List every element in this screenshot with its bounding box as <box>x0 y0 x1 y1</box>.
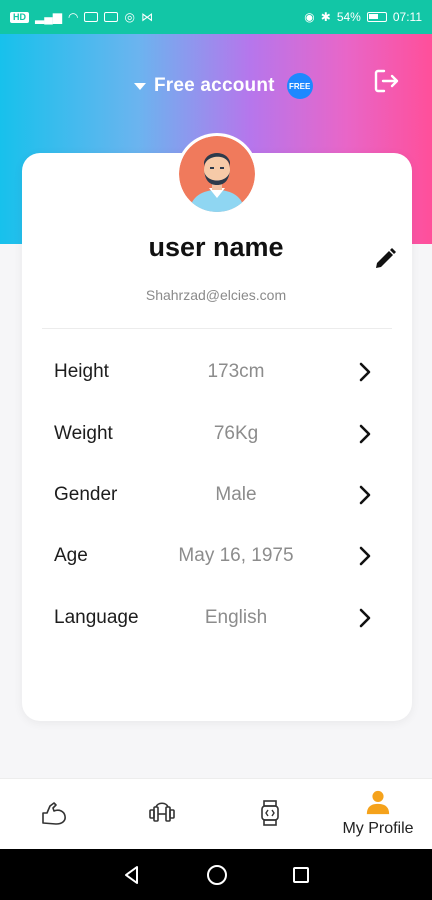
media-icon: ⋈ <box>140 10 153 24</box>
status-bar: HD ▂▄▆ ◠ ◎ ⋈ ◉ ✱ 54% 07:11 <box>0 0 432 34</box>
battery-percent: 54% <box>336 10 361 24</box>
field-value: Male <box>215 484 257 505</box>
nav-equipment[interactable] <box>108 779 216 850</box>
status-right: ◉ ✱ 54% 07:11 <box>304 10 422 24</box>
muscle-arm-icon <box>42 802 66 825</box>
field-row-height[interactable]: Height 173cm <box>22 347 412 397</box>
logout-icon <box>374 69 399 93</box>
battery-icon <box>366 12 387 22</box>
user-avatar-icon <box>179 136 255 212</box>
avatar[interactable] <box>176 133 258 215</box>
chevron-right-icon <box>359 608 371 628</box>
logout-button[interactable] <box>372 66 402 96</box>
field-row-age[interactable]: Age May 16, 1975 <box>22 531 412 581</box>
image-icon <box>104 12 119 22</box>
system-nav-bar <box>0 849 432 900</box>
wifi-icon: ◠ <box>67 10 79 24</box>
signal-icon: ▂▄▆ <box>35 10 62 24</box>
smartwatch-icon <box>261 800 279 826</box>
divider <box>42 328 392 329</box>
recent-apps-icon[interactable] <box>291 865 311 885</box>
status-left: HD ▂▄▆ ◠ ◎ ⋈ <box>10 11 153 23</box>
back-icon[interactable] <box>121 864 143 886</box>
field-label: Gender <box>54 484 118 505</box>
profile-icon <box>366 790 390 815</box>
nav-device[interactable] <box>216 779 324 850</box>
profile-email: Shahrzad@elcies.com <box>145 287 287 303</box>
chevron-right-icon <box>359 546 371 566</box>
sync-icon: ◎ <box>124 10 135 24</box>
field-label: Age <box>54 545 88 566</box>
edit-profile-button[interactable] <box>372 246 398 272</box>
pencil-icon <box>376 248 396 268</box>
caret-down-icon <box>134 82 146 90</box>
nav-label: My Profile <box>342 820 414 837</box>
profile-name: user name <box>148 232 284 262</box>
avatar-image <box>179 136 255 212</box>
bottom-nav: My Profile <box>0 778 432 849</box>
free-badge: FREE <box>286 73 313 99</box>
chevron-right-icon <box>359 485 371 505</box>
nav-workout[interactable] <box>0 779 108 850</box>
field-value: May 16, 1975 <box>178 545 294 566</box>
field-row-weight[interactable]: Weight 76Kg <box>22 409 412 459</box>
chevron-right-icon <box>359 424 371 444</box>
field-label: Height <box>54 361 109 382</box>
field-row-gender[interactable]: Gender Male <box>22 470 412 520</box>
account-type-dropdown[interactable]: Free account FREE <box>134 70 313 102</box>
nav-my-profile[interactable]: My Profile <box>324 779 432 850</box>
field-row-language[interactable]: Language English <box>22 593 412 643</box>
chevron-right-icon <box>359 362 371 382</box>
hd-badge: HD <box>10 11 29 23</box>
field-value: 76Kg <box>213 423 259 444</box>
home-icon[interactable] <box>205 863 229 887</box>
field-value: 173cm <box>207 361 265 382</box>
clock: 07:11 <box>392 10 422 24</box>
eye-icon: ◉ <box>304 10 315 24</box>
field-value: English <box>204 607 268 628</box>
field-label: Weight <box>54 423 113 444</box>
dumbbell-icon <box>149 802 175 822</box>
notification-icon <box>84 12 99 22</box>
account-label: Free account <box>154 75 275 96</box>
bluetooth-icon: ✱ <box>320 10 331 24</box>
field-label: Language <box>54 607 139 628</box>
